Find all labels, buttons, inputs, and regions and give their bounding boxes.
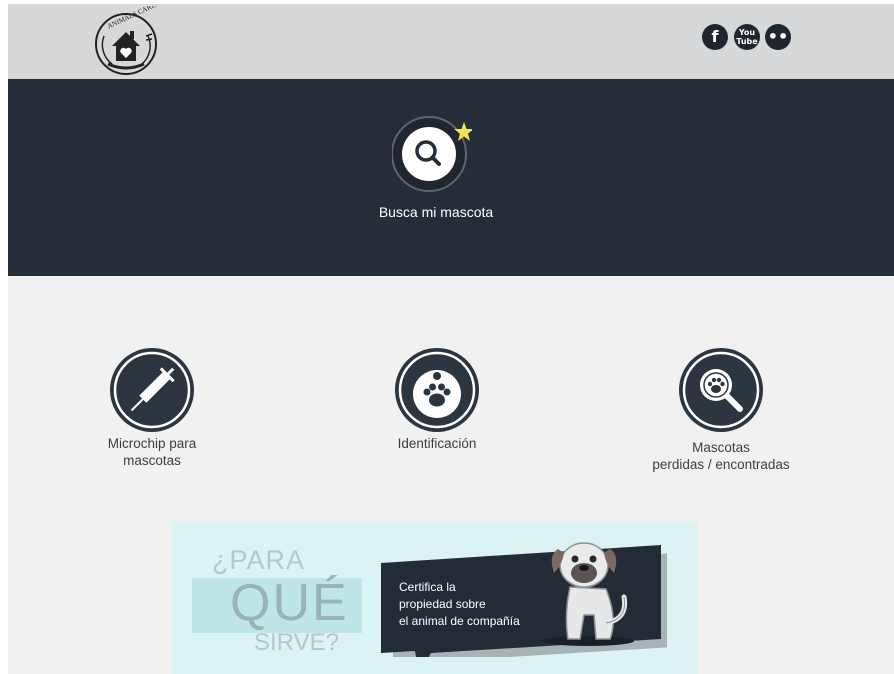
bubble-line-1: Certifica la [399, 580, 456, 594]
youtube-link[interactable]: You Tube [734, 24, 760, 50]
banner-para-text: ¿PARA [212, 545, 306, 575]
feature-mascotas-label-2: perdidas / encontradas [652, 457, 790, 472]
feature-microchip-label-1: Microchip para [107, 436, 197, 451]
feature-mascotas-perdidas[interactable]: Mascotas perdidas / encontradas [621, 347, 821, 473]
svg-text:ANIMALS CARES: ANIMALS CARES [106, 6, 160, 30]
banner-que-text: QUÉ [230, 574, 349, 632]
banner-sirve-text: SIRVE? [254, 629, 339, 656]
search-pet-button[interactable] [392, 112, 472, 192]
syringe-icon[interactable] [109, 347, 195, 433]
info-banner[interactable]: ¿PARA QUÉ SIRVE? Certifica la propiedad … [172, 521, 697, 674]
feature-microchip[interactable]: Microchip para mascotas [52, 347, 252, 469]
site-header: ANIMALS CARES f You Tube •• [8, 4, 894, 79]
feature-identificacion-label: Identificación [397, 436, 477, 451]
youtube-icon: You Tube [736, 28, 758, 46]
banner-bubble-text: Certifica la propiedad sobre el animal d… [399, 579, 520, 630]
facebook-link[interactable]: f [702, 24, 728, 50]
bubble-line-3: el animal de compañía [399, 614, 520, 628]
feature-identificacion[interactable]: Identificación [337, 347, 537, 452]
flickr-icon: •• [767, 27, 789, 46]
flickr-link[interactable]: •• [765, 24, 791, 50]
feature-mascotas-label-1: Mascotas [692, 440, 750, 455]
dog-illustration [542, 542, 634, 646]
paw-search-icon[interactable] [678, 347, 764, 433]
facebook-icon: f [711, 27, 719, 46]
feature-microchip-label-2: mascotas [123, 453, 181, 468]
paw-tag-icon[interactable] [394, 347, 480, 433]
search-pet-label[interactable]: Busca mi mascota [351, 204, 521, 220]
page-frame: ANIMALS CARES f You Tube •• Busca mi mas… [8, 4, 894, 674]
bubble-line-2: propiedad sobre [399, 597, 486, 611]
site-logo[interactable]: ANIMALS CARES [90, 6, 162, 78]
